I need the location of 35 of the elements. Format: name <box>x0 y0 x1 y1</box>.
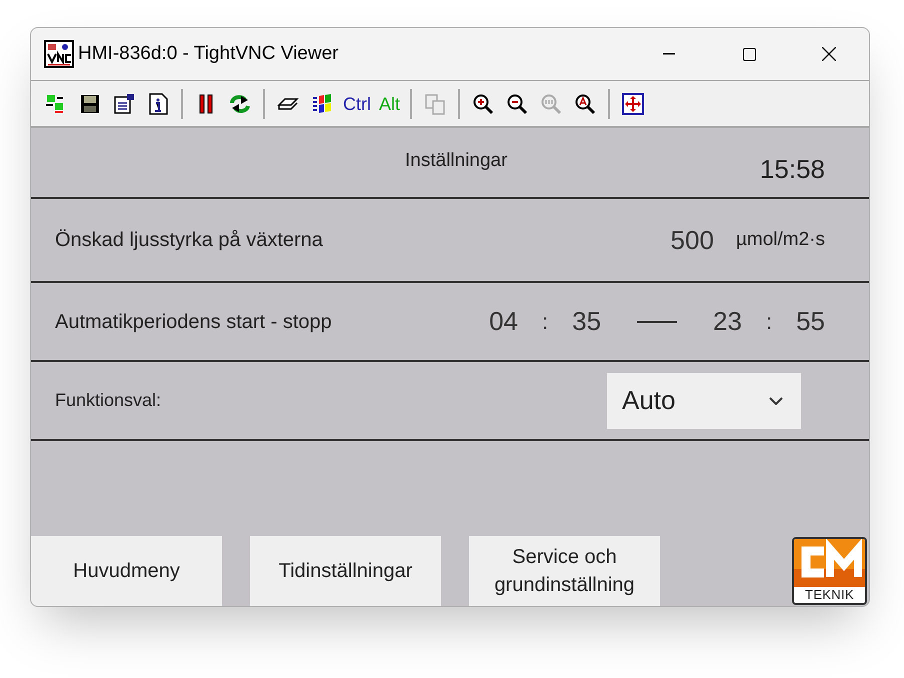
chevron-down-icon <box>769 396 783 404</box>
unit-label: µmol/m2·s <box>736 228 825 252</box>
maximize-icon <box>742 48 756 60</box>
close-icon <box>822 47 836 61</box>
setting-label: Funktionsval: <box>55 389 162 412</box>
start-hour-field[interactable]: 04 <box>489 302 518 341</box>
zoom-out-icon[interactable] <box>506 92 528 114</box>
document-list-icon[interactable] <box>113 92 135 114</box>
setting-label: Autmatikperiodens start - stopp <box>55 310 332 334</box>
stop-minute-field[interactable]: 55 <box>796 302 825 341</box>
nav-button[interactable]: Tidinställningar <box>250 536 441 606</box>
zoom-auto-icon[interactable] <box>574 92 596 114</box>
nav-button[interactable]: Huvudmeny <box>31 536 222 606</box>
screen-title: Inställningar <box>405 149 508 173</box>
windows-flag-icon[interactable] <box>311 92 333 114</box>
app-icon <box>44 40 74 68</box>
light-value-field[interactable]: 500 <box>670 220 714 260</box>
stop-hour-field[interactable]: 23 <box>713 302 742 341</box>
clock-time: 15:58 <box>760 153 825 186</box>
minimize-icon <box>663 53 675 55</box>
start-minute-field[interactable]: 35 <box>572 302 602 341</box>
zoom-in-icon[interactable] <box>472 92 494 114</box>
info-document-icon[interactable] <box>147 92 169 114</box>
time-separator: : <box>766 308 772 336</box>
function-dropdown[interactable]: Auto <box>607 372 801 428</box>
logo-caption: TEKNIK <box>804 587 855 603</box>
dropdown-value: Auto <box>622 384 676 417</box>
ctrl-key-button[interactable]: Ctrl <box>343 92 371 114</box>
window-title: HMI-836d:0 - TightVNC Viewer <box>78 42 338 66</box>
refresh-arrows-icon[interactable] <box>229 92 251 114</box>
fullscreen-arrows-icon[interactable] <box>622 92 644 114</box>
nav-button[interactable]: Service och grundinställning <box>469 536 660 606</box>
range-dash <box>637 320 678 322</box>
setting-label: Önskad ljusstyrka på växterna <box>55 228 323 253</box>
time-separator: : <box>542 308 548 336</box>
